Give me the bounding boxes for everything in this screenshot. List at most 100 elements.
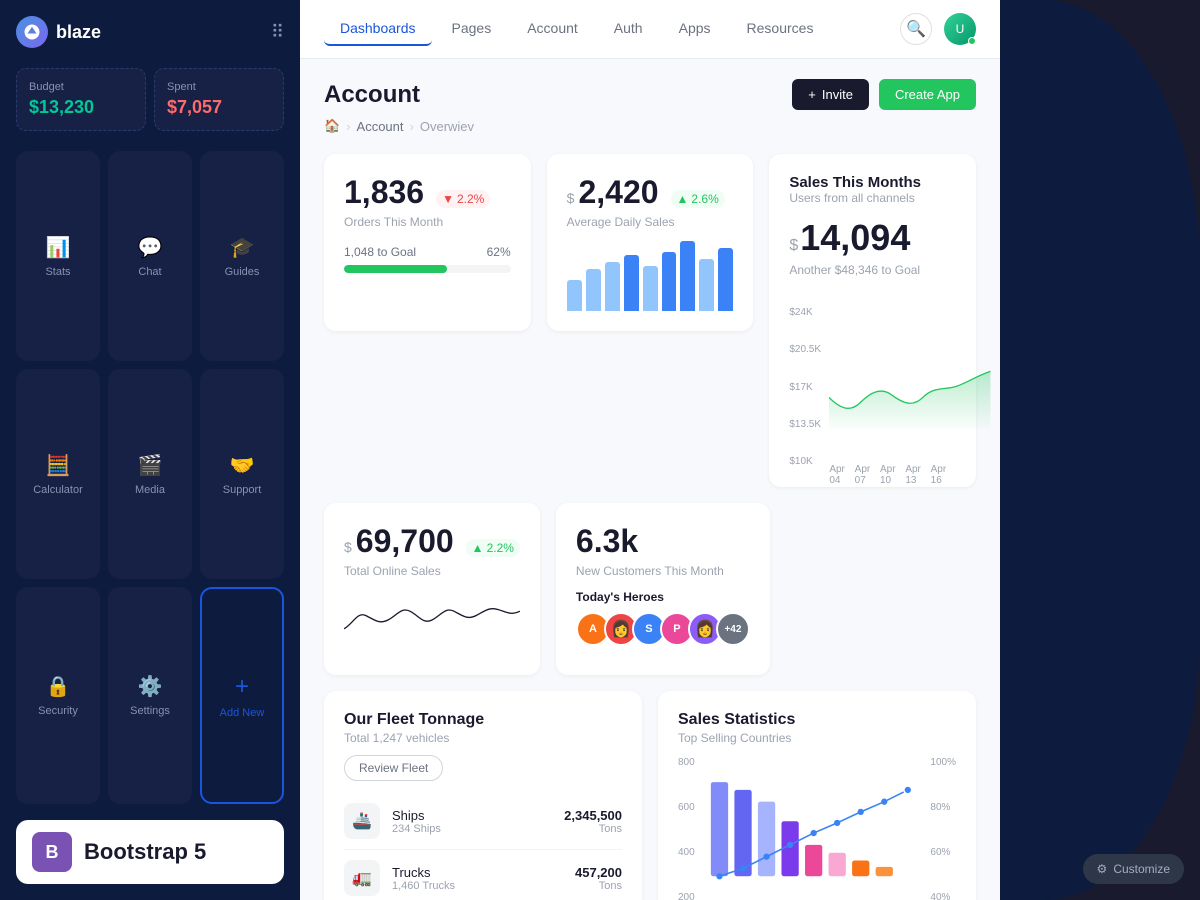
sidebar-item-media[interactable]: 🎬 Media: [108, 369, 192, 579]
fleet-item-trucks: 🚛 Trucks 1,460 Trucks 457,200 Tons: [344, 850, 622, 900]
page-title: Account: [324, 81, 420, 109]
fleet-title: Our Fleet Tonnage: [344, 711, 622, 729]
top-nav-right: 🔍 U: [900, 13, 976, 45]
hero-avatar-extra: +42: [716, 612, 750, 646]
progress-pct: 62%: [487, 245, 511, 259]
search-button[interactable]: 🔍: [900, 13, 932, 45]
sidebar-item-settings[interactable]: ⚙️ Settings: [108, 587, 192, 804]
heroes-section: Today's Heroes A 👩 S P 👩 +42: [576, 590, 750, 646]
spent-value: $7,057: [167, 97, 271, 118]
guides-icon: 🎓: [230, 235, 255, 260]
header-actions: + Invite Create App: [792, 79, 976, 110]
nav-resources[interactable]: Resources: [731, 12, 830, 46]
sidebar: blaze ⠿ Budget $13,230 Spent $7,057 📊 St…: [0, 0, 300, 900]
main-content: Dashboards Pages Account Auth Apps Resou…: [300, 0, 1000, 900]
ships-icon: 🚢: [344, 803, 380, 839]
online-indicator: [968, 37, 976, 45]
customize-button[interactable]: ⚙ Customize: [1083, 854, 1184, 884]
app-name: blaze: [56, 22, 101, 43]
sidebar-item-add-new[interactable]: + Add New: [200, 587, 284, 804]
orders-card: 1,836 ▼ 2.2% Orders This Month 1,048 to …: [324, 154, 531, 331]
sidebar-item-guides[interactable]: 🎓 Guides: [200, 151, 284, 361]
chart-bar: [643, 266, 658, 312]
trucks-name: Trucks: [392, 865, 455, 880]
bootstrap-label: Bootstrap 5: [84, 839, 206, 865]
nav-apps[interactable]: Apps: [663, 12, 727, 46]
breadcrumb-current: Overwiev: [420, 119, 474, 134]
chart-bar: [662, 252, 677, 312]
online-sales-label: Total Online Sales: [344, 564, 520, 578]
new-customers-label: New Customers This Month: [576, 564, 750, 578]
nav-account[interactable]: Account: [511, 12, 594, 46]
support-label: Support: [223, 484, 262, 496]
progress-bar: [344, 265, 511, 273]
sidebar-header: blaze ⠿: [16, 16, 284, 48]
logo: blaze: [16, 16, 101, 48]
chart-bar: [586, 269, 601, 311]
top-nav: Dashboards Pages Account Auth Apps Resou…: [300, 0, 1000, 59]
ships-value: 2,345,500: [564, 808, 622, 823]
sales-goal-text: Another $48,346 to Goal: [789, 263, 956, 277]
new-customers-number: 6.3k: [576, 523, 638, 559]
daily-sales-number: 2,420: [578, 174, 658, 211]
stats-row-2: $ 69,700 ▲ 2.2% Total Online Sales 6.3k: [324, 503, 976, 675]
new-customers-card: 6.3k New Customers This Month Today's He…: [556, 503, 770, 675]
online-sales-number: 69,700: [356, 523, 454, 560]
breadcrumb-account[interactable]: Account: [357, 119, 404, 134]
trucks-value: 457,200: [575, 865, 622, 880]
menu-icon[interactable]: ⠿: [271, 22, 284, 43]
page-content: Account + Invite Create App 🏠 › Account …: [300, 59, 1000, 900]
create-app-button[interactable]: Create App: [879, 79, 976, 110]
online-sales-badge: ▲ 2.2%: [466, 539, 520, 557]
wavy-chart: [344, 590, 520, 655]
review-fleet-button[interactable]: Review Fleet: [344, 755, 443, 781]
sidebar-item-chat[interactable]: 💬 Chat: [108, 151, 192, 361]
online-sales-card: $ 69,700 ▲ 2.2% Total Online Sales: [324, 503, 540, 675]
ships-unit: Tons: [564, 823, 622, 835]
chat-icon: 💬: [138, 235, 163, 260]
stats-label: Stats: [45, 266, 70, 278]
right-panel: ⚙ Customize: [1000, 0, 1200, 900]
user-avatar[interactable]: U: [944, 13, 976, 45]
sidebar-item-stats[interactable]: 📊 Stats: [16, 151, 100, 361]
fleet-card: Our Fleet Tonnage Total 1,247 vehicles R…: [324, 691, 642, 900]
budget-value: $13,230: [29, 97, 133, 118]
nav-pages[interactable]: Pages: [436, 12, 508, 46]
budget-label: Budget: [29, 81, 133, 93]
chart-bar: [567, 280, 582, 312]
dark-curve: [1000, 0, 1200, 900]
sidebar-item-calculator[interactable]: 🧮 Calculator: [16, 369, 100, 579]
fleet-subtitle: Total 1,247 vehicles: [344, 731, 622, 745]
sales-month-number: 14,094: [800, 217, 910, 259]
daily-sales-badge: ▲ 2.6%: [671, 190, 725, 208]
orders-label: Orders This Month: [344, 215, 511, 229]
sidebar-item-support[interactable]: 🤝 Support: [200, 369, 284, 579]
add-new-icon: +: [235, 673, 249, 701]
spent-card: Spent $7,057: [154, 68, 284, 131]
orders-badge: ▼ 2.2%: [436, 190, 490, 208]
nav-dashboards[interactable]: Dashboards: [324, 12, 432, 46]
sales-chart-svg: [829, 307, 996, 467]
progress-goal-label: 1,048 to Goal: [344, 245, 416, 259]
daily-sales-label: Average Daily Sales: [567, 215, 734, 229]
logo-icon: [16, 16, 48, 48]
budget-card: Budget $13,230: [16, 68, 146, 131]
sales-stats-card: Sales Statistics Top Selling Countries 8…: [658, 691, 976, 900]
bootstrap-icon: B: [32, 832, 72, 872]
breadcrumb-home[interactable]: 🏠: [324, 118, 340, 134]
page-header: Account + Invite Create App: [324, 79, 976, 110]
heroes-avatars: A 👩 S P 👩 +42: [576, 612, 750, 646]
media-icon: 🎬: [138, 453, 163, 478]
orders-number: 1,836: [344, 174, 424, 211]
nav-auth[interactable]: Auth: [598, 12, 659, 46]
bottom-section: Our Fleet Tonnage Total 1,247 vehicles R…: [324, 691, 976, 900]
support-icon: 🤝: [230, 453, 255, 478]
bootstrap-badge: B Bootstrap 5: [16, 820, 284, 884]
media-label: Media: [135, 484, 165, 496]
ships-name: Ships: [392, 808, 441, 823]
trucks-unit: Tons: [575, 880, 622, 892]
sidebar-item-security[interactable]: 🔒 Security: [16, 587, 100, 804]
fleet-item-ships: 🚢 Ships 234 Ships 2,345,500 Tons: [344, 793, 622, 850]
trucks-icon: 🚛: [344, 860, 380, 896]
invite-button[interactable]: + Invite: [792, 79, 869, 110]
